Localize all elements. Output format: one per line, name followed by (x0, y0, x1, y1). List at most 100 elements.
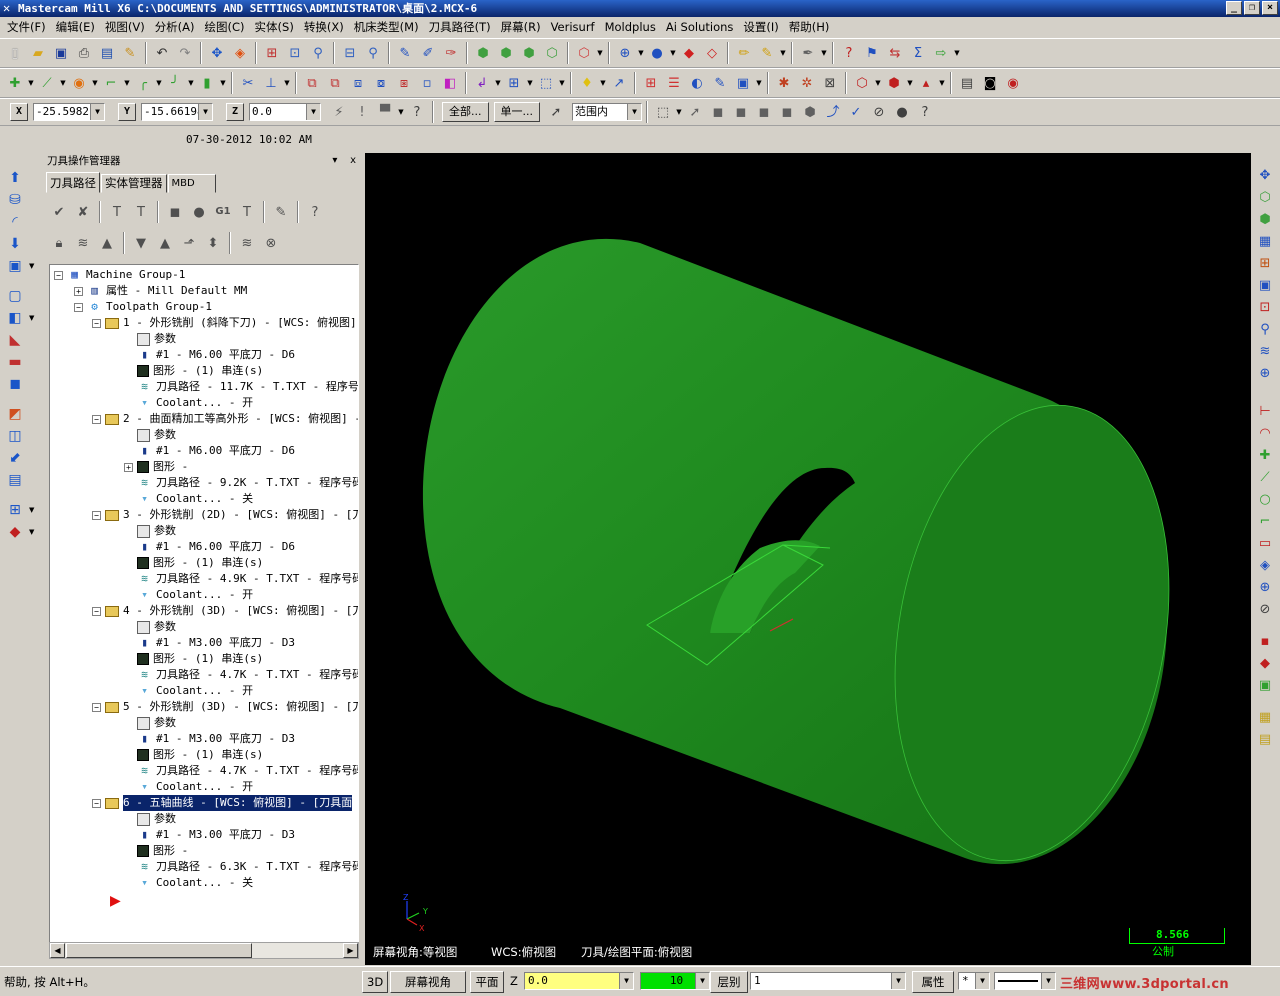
chevron-down-icon[interactable]: ▼ (599, 79, 607, 87)
close-button[interactable]: × (1262, 1, 1278, 15)
clear-colors-icon[interactable]: ✑ (440, 42, 462, 64)
properties-icon[interactable]: ✎ (119, 42, 141, 64)
trim-icon[interactable]: ✂ (237, 72, 259, 94)
front-view-icon[interactable]: ⬢ (495, 42, 517, 64)
zoom-icon[interactable]: ⚲ (307, 42, 329, 64)
pan-icon[interactable]: ✥ (206, 42, 228, 64)
tree-item[interactable]: ≋ 刀具路径 - 11.7K - T.TXT - 程序号码 (124, 379, 358, 395)
collapse-icon[interactable]: − (92, 798, 101, 808)
chevron-down-icon[interactable]: ▼ (906, 79, 914, 87)
solid-select-icon[interactable]: ◼ (707, 101, 729, 123)
surface-icon[interactable]: ◈ (1256, 557, 1274, 575)
minimize-button[interactable]: _ (1226, 1, 1242, 15)
surface-rough-icon[interactable]: ◧ (5, 308, 25, 328)
arrow-icon[interactable]: ↗ (608, 72, 630, 94)
wave-icon[interactable]: ≋ (1256, 343, 1274, 361)
edit-icon[interactable]: ✎ (709, 72, 731, 94)
tree-item[interactable]: 图形 - (1) 串连(s) (124, 555, 263, 571)
ops-help-icon[interactable]: ? (304, 201, 326, 223)
color-icon[interactable]: ◆ (1256, 655, 1274, 673)
tree-item[interactable]: 图形 - (1) 串连(s) (124, 363, 263, 379)
chevron-down-icon[interactable]: ▼ (820, 49, 828, 57)
move-down-icon[interactable]: ▼ (130, 232, 152, 254)
tree-item[interactable]: ▾ Coolant... - 开 (124, 779, 253, 795)
tree-item[interactable]: ▾ Coolant... - 开 (124, 683, 253, 699)
chevron-down-icon[interactable]: ▼ (59, 79, 67, 87)
menu-machine-type[interactable]: 机床类型(M) (349, 19, 424, 35)
color-field[interactable]: 10 ▼ (640, 972, 710, 990)
menu-screen[interactable]: 屏幕(R) (496, 19, 546, 35)
chevron-down-icon[interactable]: ▼ (669, 49, 677, 57)
point-style-field[interactable]: * ▼ (958, 972, 990, 990)
pick-icon[interactable]: ✒ (797, 42, 819, 64)
select-single-button[interactable]: 单一... (493, 102, 540, 122)
selection-mode-field[interactable]: 范围内 ▼ (572, 103, 642, 121)
chevron-down-icon[interactable]: ▼ (1041, 973, 1055, 989)
chevron-down-icon[interactable]: ▼ (596, 49, 604, 57)
camera-icon[interactable]: ◙ (979, 72, 1001, 94)
menu-xform[interactable]: 转换(X) (299, 19, 349, 35)
break-icon[interactable]: ⊥ (260, 72, 282, 94)
print-preview-icon[interactable]: ▤ (96, 42, 118, 64)
chevron-down-icon[interactable]: ▼ (397, 108, 405, 116)
fast-point-icon[interactable]: ⚡ (328, 101, 350, 123)
horizontal-scrollbar[interactable]: ◀ ▶ (49, 942, 359, 959)
tree-item[interactable]: ≋ 刀具路径 - 4.7K - T.TXT - 程序号码 (124, 763, 358, 779)
cursor-select-icon[interactable]: ➚ (545, 101, 567, 123)
multiaxis-icon[interactable]: ◼ (5, 374, 25, 394)
dimension-icon[interactable]: ↲ (471, 72, 493, 94)
new-file-icon[interactable]: ▯ (4, 42, 26, 64)
tree-item[interactable]: ▾ Coolant... - 开 (124, 395, 253, 411)
solid-back-icon[interactable]: ⬢ (799, 101, 821, 123)
line-icon[interactable]: ⟋ (36, 72, 58, 94)
chevron-down-icon[interactable]: ▼ (938, 79, 946, 87)
chevron-down-icon[interactable]: ▼ (619, 973, 633, 989)
tool-manager-icon[interactable]: ▴ (915, 72, 937, 94)
regen-icon[interactable]: ✐ (417, 42, 439, 64)
x-label[interactable]: X (10, 103, 28, 121)
tree-item[interactable]: 图形 - (1) 串连(s) (124, 651, 263, 667)
show-selected-icon[interactable]: ≋ (236, 232, 258, 254)
highfeed-icon[interactable]: T (236, 201, 258, 223)
line-style-field[interactable]: ▼ (994, 972, 1056, 990)
screen-view-button[interactable]: 屏幕视角 (390, 971, 466, 993)
scroll-left-icon[interactable]: ◀ (50, 943, 65, 958)
save-view-icon[interactable]: ▣ (732, 72, 754, 94)
sphere-icon[interactable]: ● (646, 42, 668, 64)
menu-analyze[interactable]: 分析(A) (150, 19, 200, 35)
exclamation-icon[interactable]: ! (351, 101, 373, 123)
chevron-down-icon[interactable]: ▼ (90, 104, 104, 120)
select-all-ops-icon[interactable]: ✔ (48, 201, 70, 223)
wire-icon[interactable]: ◆ (5, 522, 25, 542)
chevron-down-icon[interactable]: ▼ (187, 79, 195, 87)
tree-item[interactable]: 图形 - (124, 843, 188, 859)
trim-tool-icon[interactable]: ◩ (5, 404, 25, 424)
help-icon[interactable]: ? (406, 101, 428, 123)
solid-ops-icon[interactable]: ◫ (5, 426, 25, 446)
draw-line-icon[interactable]: ⟋ (1256, 469, 1274, 487)
open-file-icon[interactable]: ▰ (27, 42, 49, 64)
toolpath-up-icon[interactable]: ⬆ (5, 168, 25, 188)
circle-icon[interactable]: ○ (1256, 491, 1274, 509)
tree-item[interactable]: ▮ #1 - M3.00 平底刀 - D3 (124, 827, 295, 843)
snap-icon[interactable]: ▀ (374, 101, 396, 123)
backplot-icon[interactable]: ✲ (796, 72, 818, 94)
chevron-down-icon[interactable]: ▼ (494, 79, 502, 87)
chevron-down-icon[interactable]: ▼ (219, 79, 227, 87)
regen-all-icon[interactable]: T (106, 201, 128, 223)
spline-icon[interactable]: ╯ (164, 72, 186, 94)
chevron-down-icon[interactable]: ▼ (953, 49, 961, 57)
globe-icon[interactable]: ⊕ (614, 42, 636, 64)
hatch-icon[interactable]: ⬚ (535, 72, 557, 94)
chevron-down-icon[interactable]: ▼ (306, 104, 320, 120)
chevron-down-icon[interactable]: ▼ (627, 104, 641, 120)
chevron-down-icon[interactable]: ▼ (29, 314, 34, 322)
scrollbar-thumb[interactable] (66, 943, 252, 958)
tree-item[interactable]: ≋ 刀具路径 - 4.9K - T.TXT - 程序号码 (124, 571, 358, 587)
z-label[interactable]: Z (226, 103, 244, 121)
chevron-down-icon[interactable]: ▼ (91, 79, 99, 87)
transform-icon[interactable]: ⇆ (884, 42, 906, 64)
menu-create[interactable]: 绘图(C) (200, 19, 250, 35)
chevron-down-icon[interactable]: ▼ (29, 506, 34, 514)
chevron-down-icon[interactable]: ▼ (874, 79, 882, 87)
